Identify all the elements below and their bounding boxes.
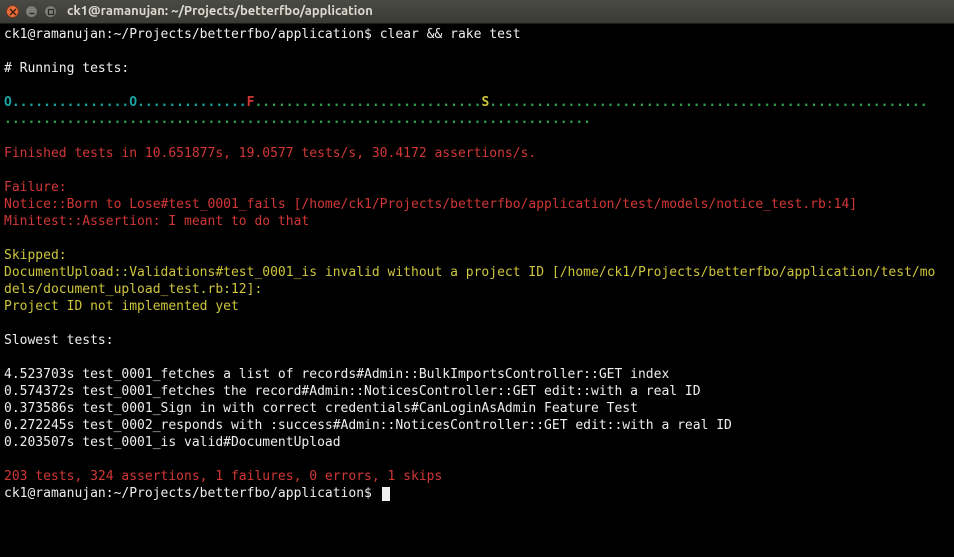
slowest-test: 0.373586s test_0001_Sign in with correct… xyxy=(4,400,950,417)
cursor xyxy=(382,487,390,501)
slowest-header: Slowest tests: xyxy=(4,332,950,349)
finished-line: Finished tests in 10.651877s, 19.0577 te… xyxy=(4,145,950,162)
summary-line: 203 tests, 324 assertions, 1 failures, 0… xyxy=(4,468,950,485)
close-icon[interactable] xyxy=(6,5,19,18)
progress-row-1: O...............O..............F........… xyxy=(4,94,950,111)
progress-row-2: ........................................… xyxy=(4,111,950,128)
running-header: # Running tests: xyxy=(4,60,950,77)
window-controls xyxy=(6,5,57,18)
titlebar: ck1@ramanujan: ~/Projects/betterfbo/appl… xyxy=(0,0,954,24)
failure-message: Minitest::Assertion: I meant to do that xyxy=(4,213,950,230)
window-title: ck1@ramanujan: ~/Projects/betterfbo/appl… xyxy=(67,3,373,20)
slowest-test: 0.574372s test_0001_fetches the record#A… xyxy=(4,383,950,400)
terminal[interactable]: ck1@ramanujan:~/Projects/betterfbo/appli… xyxy=(0,24,954,557)
failure-location: Notice::Born to Lose#test_0001_fails [/h… xyxy=(4,196,950,213)
slowest-test: 0.272245s test_0002_responds with :succe… xyxy=(4,417,950,434)
skipped-message: Project ID not implemented yet xyxy=(4,298,950,315)
shell-prompt: ck1@ramanujan:~/Projects/betterfbo/appli… xyxy=(4,27,372,42)
prompt-line: ck1@ramanujan:~/Projects/betterfbo/appli… xyxy=(4,26,950,43)
prompt-line: ck1@ramanujan:~/Projects/betterfbo/appli… xyxy=(4,485,950,502)
skipped-header: Skipped: xyxy=(4,247,950,264)
failure-header: Failure: xyxy=(4,179,950,196)
skipped-location-1: DocumentUpload::Validations#test_0001_is… xyxy=(4,264,950,281)
command-text: clear && rake test xyxy=(380,27,521,42)
minimize-icon[interactable] xyxy=(25,5,38,18)
shell-prompt: ck1@ramanujan:~/Projects/betterfbo/appli… xyxy=(4,486,372,501)
maximize-icon[interactable] xyxy=(44,5,57,18)
skipped-location-2: dels/document_upload_test.rb:12]: xyxy=(4,281,950,298)
slowest-test: 0.203507s test_0001_is valid#DocumentUpl… xyxy=(4,434,950,451)
slowest-test: 4.523703s test_0001_fetches a list of re… xyxy=(4,366,950,383)
